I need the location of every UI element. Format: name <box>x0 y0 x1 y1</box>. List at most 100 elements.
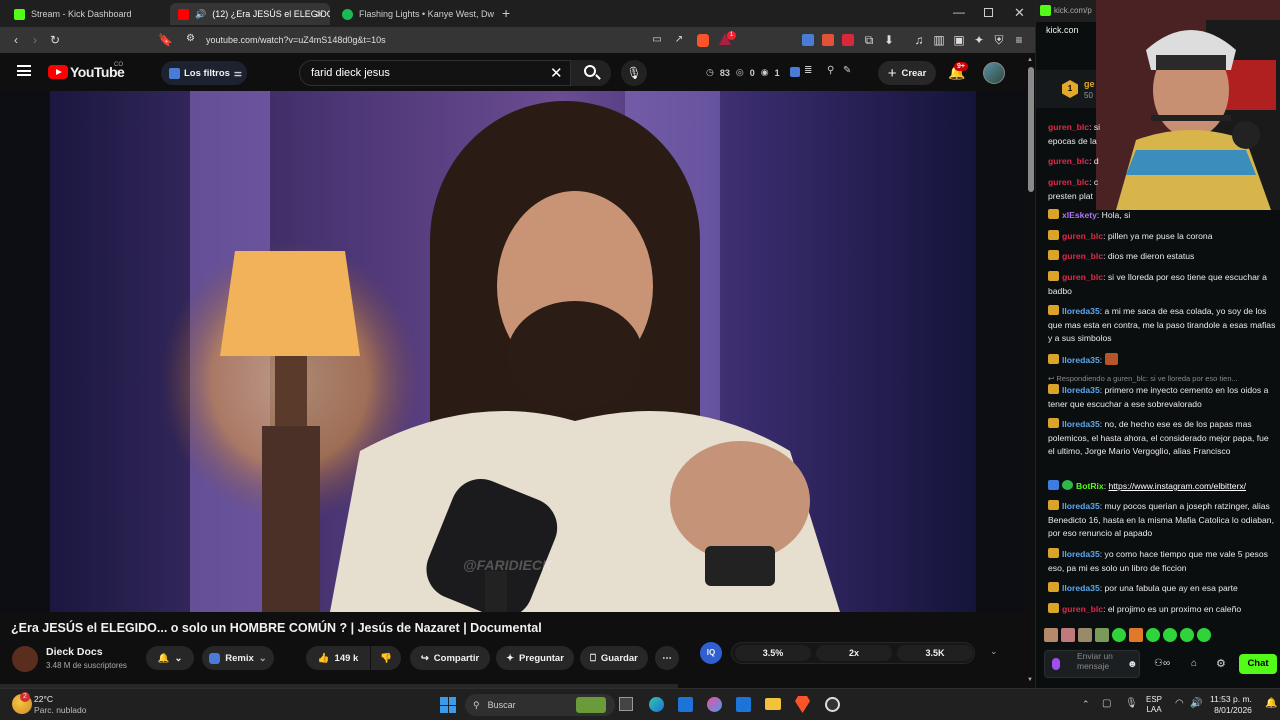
wifi-icon[interactable]: ◠ <box>1175 698 1184 709</box>
vpn-icon[interactable]: ⛨ <box>992 33 1006 47</box>
brave-taskbar-icon[interactable] <box>795 696 810 713</box>
keyboard-language[interactable]: ESP LAA <box>1146 695 1162 715</box>
video-player[interactable]: @FARIDIECK <box>0 91 1026 612</box>
clear-search-icon[interactable]: ✕ <box>550 64 563 82</box>
emote-icon[interactable] <box>1146 628 1160 642</box>
bookmark-icon[interactable]: 🔖 <box>158 33 173 47</box>
like-button[interactable]: 👍 149 k <box>306 646 370 670</box>
emote-icon[interactable] <box>1163 628 1177 642</box>
leo-ai-icon[interactable]: ✦ <box>972 33 986 47</box>
tab-flashing-lights[interactable]: Flashing Lights • Kanye West, Dw <box>334 3 494 25</box>
volume-icon[interactable]: 🔊 <box>1190 698 1202 709</box>
tab-youtube-video[interactable]: 🔊 (12) ¿Era JESÚS el ELEGIDO... ✕ <box>170 3 330 25</box>
new-tab-icon[interactable]: + <box>502 5 510 21</box>
account-avatar[interactable] <box>983 62 1005 84</box>
tab-kick-dashboard[interactable]: Stream - Kick Dashboard <box>6 3 164 25</box>
ask-button[interactable]: ✦ Preguntar <box>496 646 574 670</box>
extension-orange-icon[interactable] <box>822 34 834 46</box>
back-icon[interactable]: ‹ <box>9 33 23 47</box>
chat-username[interactable]: lloreda35 <box>1062 385 1100 395</box>
chevron-down-icon[interactable]: ⌄ <box>990 646 998 657</box>
reload-icon[interactable]: ↻ <box>48 33 62 47</box>
search-button[interactable] <box>570 60 611 86</box>
clock[interactable]: 11:53 p. m. 8/01/2026 <box>1210 694 1252 716</box>
translate-extension-icon[interactable] <box>802 34 814 46</box>
chat-username[interactable]: guren_blc <box>1048 156 1089 166</box>
search-highlight-icon[interactable] <box>576 697 606 713</box>
forward-icon[interactable]: › <box>28 33 42 47</box>
points-icon[interactable]: ⚇∞ <box>1154 658 1170 669</box>
chat-username[interactable]: guren_blc <box>1048 122 1089 132</box>
remix-button[interactable]: Remix ⌄ <box>202 646 274 670</box>
sidebar-icon[interactable]: ▥ <box>932 33 946 47</box>
share-button[interactable]: ↪ Compartir <box>410 646 490 670</box>
chat-username[interactable]: lloreda35 <box>1062 306 1100 316</box>
chat-input[interactable]: Enviar un mensaje ☻ <box>1044 650 1140 678</box>
chat-send-button[interactable]: Chat <box>1239 654 1277 674</box>
microphone-icon[interactable] <box>1052 658 1060 670</box>
emote-icon[interactable] <box>1129 628 1143 642</box>
emote-icon[interactable] <box>1197 628 1211 642</box>
copilot-icon[interactable] <box>707 697 722 712</box>
task-view-icon[interactable] <box>619 697 633 711</box>
channel-avatar[interactable] <box>12 646 38 672</box>
chat-link[interactable]: https://www.instagram.com/elbitterx/ <box>1108 481 1246 491</box>
obs-icon[interactable] <box>825 697 840 712</box>
emoji-icon[interactable]: ☻ <box>1127 659 1138 670</box>
chat-username[interactable]: lloreda35 <box>1062 501 1100 511</box>
edge-icon[interactable] <box>649 697 664 712</box>
emote-icon[interactable] <box>1044 628 1058 642</box>
scroll-down-icon[interactable]: ▼ <box>1027 677 1033 683</box>
install-icon[interactable]: ▭ <box>650 33 664 47</box>
chat-username[interactable]: lloreda35 <box>1062 355 1100 365</box>
chat-username[interactable]: lloreda35 <box>1062 549 1100 559</box>
hamburger-menu-icon[interactable] <box>17 65 31 76</box>
emote-icon[interactable] <box>1095 628 1109 642</box>
chat-username[interactable]: lloreda35 <box>1062 419 1100 429</box>
chat-username[interactable]: guren_blc <box>1062 251 1103 261</box>
downloads-icon[interactable]: ⬇ <box>882 33 896 47</box>
subscribed-bell-button[interactable]: 🔔 ⌄ <box>146 646 194 670</box>
close-window-icon[interactable]: ✕ <box>1014 5 1025 21</box>
tray-overflow-icon[interactable]: ⌃ <box>1082 699 1090 710</box>
dislike-button[interactable]: 👎 <box>371 646 401 670</box>
brave-shields-icon[interactable] <box>697 34 709 47</box>
minimize-icon[interactable]: — <box>953 5 965 19</box>
list-icon[interactable]: ≣ <box>804 65 812 76</box>
scroll-up-icon[interactable]: ▲ <box>1027 57 1033 63</box>
maximize-icon[interactable] <box>984 8 993 17</box>
emote-icon[interactable] <box>1112 628 1126 642</box>
emote-icon[interactable] <box>1078 628 1092 642</box>
extension-iq-icon[interactable] <box>790 67 800 77</box>
file-explorer-icon[interactable] <box>765 698 781 710</box>
create-button[interactable]: + Crear <box>878 61 936 85</box>
tray-app-icon[interactable]: ▢ <box>1102 698 1111 709</box>
emote-icon[interactable] <box>1180 628 1194 642</box>
search-input[interactable]: farid dieck jesus <box>299 60 611 86</box>
filters-button[interactable]: Los filtros ⚌ <box>161 61 247 85</box>
voice-search-icon[interactable]: 🎙 <box>621 60 647 86</box>
translate-icon[interactable]: ⚲ <box>827 65 834 76</box>
site-settings-icon[interactable]: ⚙ <box>186 33 195 44</box>
magic-icon[interactable]: ✎ <box>843 65 851 76</box>
extensions-icon[interactable]: ⧉ <box>862 33 876 47</box>
chat-username[interactable]: guren_blc <box>1062 272 1103 282</box>
save-button[interactable]: ⎕ Guardar <box>580 646 648 670</box>
emote-icon[interactable] <box>1061 628 1075 642</box>
chat-username[interactable]: guren_blc <box>1062 231 1103 241</box>
extension-red-icon[interactable] <box>842 34 854 46</box>
settings-icon[interactable]: ⚙ <box>1216 657 1226 670</box>
extension-stats-icon[interactable]: IQ <box>700 642 722 664</box>
chat-username[interactable]: lloreda35 <box>1062 583 1100 593</box>
chat-username[interactable]: BotRix <box>1076 481 1104 491</box>
scrollbar-thumb[interactable] <box>1027 67 1034 192</box>
youtube-logo-icon[interactable] <box>48 65 68 79</box>
share-page-icon[interactable]: ↗ <box>672 33 686 47</box>
menu-icon[interactable]: ≡ <box>1012 33 1026 47</box>
store-icon[interactable]: ⌂ <box>1191 658 1197 669</box>
tray-mic-icon[interactable]: 🎙 <box>1125 698 1138 709</box>
close-tab-icon[interactable]: ✕ <box>315 8 324 21</box>
store-app-icon[interactable] <box>736 697 751 712</box>
wallet-icon[interactable]: ▣ <box>952 33 966 47</box>
windows-start-icon[interactable] <box>440 697 456 713</box>
